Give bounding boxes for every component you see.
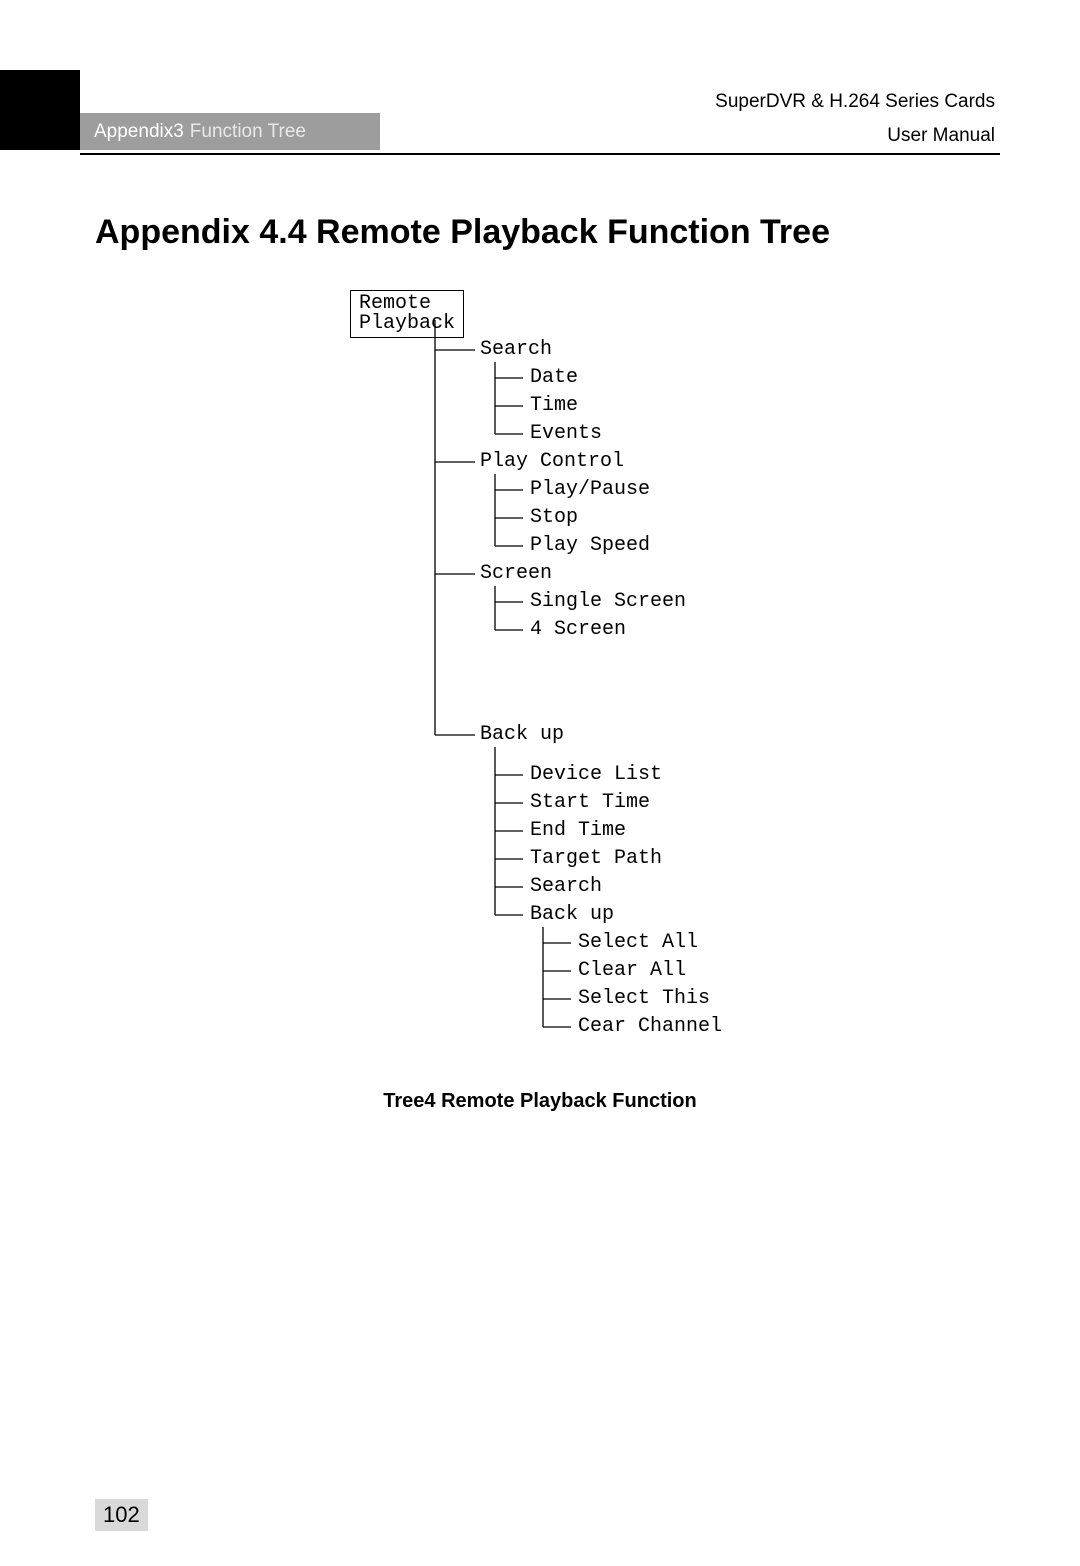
node-search: Search [480,340,552,360]
breadcrumb-section: Appendix3 [94,121,184,143]
node-screen: Screen [480,564,552,584]
node-play-control: Play Control [480,452,624,472]
node-clear-channel: Cear Channel [578,1017,722,1037]
node-time: Time [530,396,578,416]
node-date: Date [530,368,578,388]
node-select-all: Select All [578,933,698,953]
node-play-speed: Play Speed [530,536,650,556]
node-single-screen: Single Screen [530,592,686,612]
node-bu-search: Search [530,877,602,897]
breadcrumb-subsection: Function Tree [190,121,306,143]
node-bu-backup: Back up [530,905,614,925]
figure-caption: Tree4 Remote Playback Function [0,1090,1080,1113]
node-4-screen: 4 Screen [530,620,626,640]
header-right: SuperDVR & H.264 Series Cards User Manua… [715,85,995,153]
breadcrumb: Appendix3 Function Tree [80,113,380,150]
header-accent-box [0,70,80,150]
header-divider [80,153,1000,155]
node-end-time: End Time [530,821,626,841]
page-number: 102 [95,1499,148,1531]
node-backup: Back up [480,725,564,745]
node-events: Events [530,424,602,444]
node-stop: Stop [530,508,578,528]
node-clear-all: Clear All [578,961,686,981]
page-header: Appendix3 Function Tree SuperDVR & H.264… [0,70,1080,150]
product-name: SuperDVR & H.264 Series Cards [715,85,995,119]
node-device-list: Device List [530,765,662,785]
node-select-this: Select This [578,989,710,1009]
node-play-pause: Play/Pause [530,480,650,500]
node-target-path: Target Path [530,849,662,869]
doc-type: User Manual [715,119,995,153]
node-start-time: Start Time [530,793,650,813]
page-title: Appendix 4.4 Remote Playback Function Tr… [95,213,830,252]
